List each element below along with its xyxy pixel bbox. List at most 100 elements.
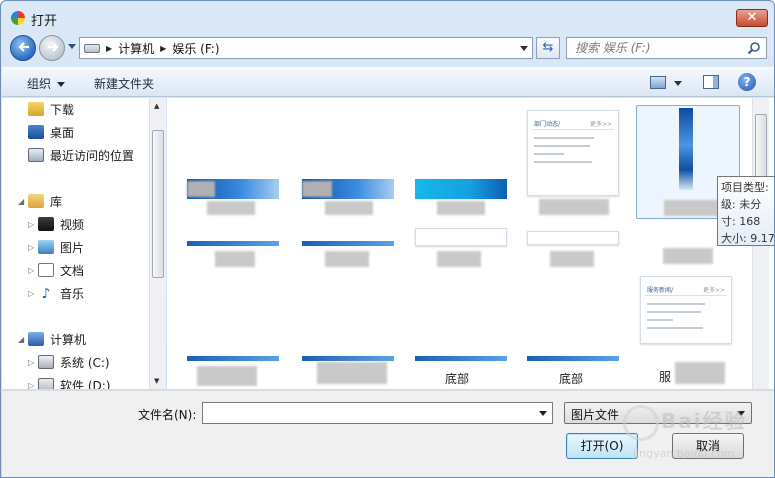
sidebar-item-music[interactable]: ▷ ♪ 音乐 [28,283,84,303]
command-bar: 组织 新建文件夹 ? [2,67,774,97]
scrollbar-thumb[interactable] [152,130,164,278]
chevron-right-icon[interactable]: ▶ [106,44,112,53]
watermark-text: Bai经验 [661,409,747,433]
expand-arrow-icon[interactable]: ▷ [28,220,38,229]
image-thumbnail[interactable] [415,179,507,199]
search-input[interactable] [573,38,743,58]
chevron-right-icon[interactable]: ▶ [160,44,166,53]
back-arrow-icon [18,42,29,52]
expand-arrow-icon[interactable]: ▷ [28,266,38,275]
change-view-icon[interactable] [650,76,666,89]
sidebar-item-system-drive[interactable]: ▷ 系统 (C:) [28,352,110,372]
scroll-up-icon[interactable]: ▲ [154,102,159,110]
expand-arrow-icon[interactable]: ▷ [28,243,38,252]
desktop-icon [28,125,44,139]
help-icon[interactable]: ? [738,73,756,91]
text-line [534,153,564,155]
divider [645,295,727,296]
refresh-button[interactable]: ⇆ [536,37,560,59]
image-thumbnail[interactable] [415,356,507,361]
blurred-filename [207,201,255,215]
drive-icon [84,43,100,53]
forward-button[interactable] [39,35,65,61]
navigation-pane: 下载 桌面 最近访问的位置 ◢ 库 ▷ 视频 ▷ 图片 ▷ 文档 ▷ ♪ 音乐 … [2,98,166,389]
image-thumbnail[interactable] [302,241,394,246]
image-thumbnail[interactable] [527,356,619,361]
video-library-icon [38,217,54,231]
preview-pane-icon[interactable] [703,75,719,89]
sidebar-item-pictures[interactable]: ▷ 图片 [28,237,84,257]
blurred-filename [539,199,609,215]
recent-pages-dropdown[interactable] [68,44,76,49]
divider [532,129,614,130]
document-thumbnail[interactable] [527,231,619,245]
image-thumbnail[interactable] [187,356,279,361]
sidebar-item-label: 下载 [50,102,75,117]
filename-label: 文件名(N): [138,408,197,422]
document-thumbnail[interactable] [415,228,507,246]
filename-combobox[interactable] [202,402,553,424]
close-button[interactable]: ✕ [736,9,768,27]
breadcrumb-computer[interactable]: 计算机 [118,40,154,57]
search-box[interactable] [566,37,767,59]
new-folder-button[interactable]: 新建文件夹 [94,75,154,92]
expand-arrow-icon[interactable]: ▷ [28,358,38,367]
nav-pane-scrollbar[interactable]: ▲ ▼ [149,98,166,389]
chevron-down-icon [57,82,66,87]
window-title: 打开 [31,14,58,29]
blurred-filename [675,362,725,384]
text-line [534,137,594,139]
blurred-filename [215,251,255,267]
blurred-region [187,181,215,197]
image-thumbnail[interactable] [187,241,279,246]
breadcrumb-drive[interactable]: 娱乐 (F:) [172,40,219,57]
scroll-down-icon[interactable]: ▼ [154,377,159,385]
navigation-row: ▶ 计算机 ▶ 娱乐 (F:) ⇆ [1,35,774,63]
expand-arrow-icon[interactable]: ▷ [28,289,38,298]
document-thumbnail[interactable]: 服务新闻/ 更多>> [640,276,732,344]
image-thumbnail [679,108,693,190]
sidebar-item-computer[interactable]: ◢ 计算机 [18,329,86,349]
sidebar-item-downloads[interactable]: 下载 [28,99,74,119]
search-icon[interactable] [747,41,761,55]
text-line [534,145,590,147]
blurred-filename [197,366,257,386]
sidebar-item-desktop[interactable]: 桌面 [28,122,74,142]
tooltip-line: 级: 未分 [721,198,762,211]
back-button[interactable] [10,35,36,61]
thumbnail-more: 更多>> [702,287,725,294]
sidebar-item-label: 图片 [60,240,85,255]
blurred-filename [663,248,713,264]
blurred-filename [437,251,481,267]
sidebar-item-label: 文档 [60,263,85,278]
text-line [647,319,673,321]
file-list: 部门动态/ 更多>> 服务新闻/ 更多>> 底部 底部 服 [167,98,774,389]
tooltip-line: 大小: 9.17 [721,232,775,245]
collapse-arrow-icon[interactable]: ◢ [18,335,28,344]
sidebar-item-recent-places[interactable]: 最近访问的位置 [28,145,134,165]
forward-arrow-icon [48,42,59,52]
document-thumbnail[interactable]: 部门动态/ 更多>> [527,110,619,196]
address-bar[interactable]: ▶ 计算机 ▶ 娱乐 (F:) [79,37,533,59]
watermark: Bai经验 jingyan.baidu.com [621,399,771,469]
sidebar-item-videos[interactable]: ▷ 视频 [28,214,84,234]
file-name-label: 底部 [559,372,584,386]
system-drive-icon [38,355,54,369]
blurred-filename [317,362,387,384]
sidebar-item-libraries[interactable]: ◢ 库 [18,191,62,211]
sidebar-item-documents[interactable]: ▷ 文档 [28,260,84,280]
filename-input[interactable] [203,403,533,423]
address-dropdown-icon[interactable] [520,46,528,51]
chevron-down-icon[interactable] [539,411,547,416]
organize-button[interactable]: 组织 [27,75,66,92]
expand-arrow-icon[interactable]: ▷ [28,381,38,390]
open-file-dialog: 打开 ✕ ▶ 计算机 ▶ 娱乐 (F:) ⇆ 搜索 娱乐 (F:) 组织 新建文… [0,0,775,478]
blurred-filename [550,251,594,267]
collapse-arrow-icon[interactable]: ◢ [18,197,28,206]
file-type-value: 图片文件 [571,408,620,422]
image-thumbnail[interactable] [302,356,394,361]
music-library-icon: ♪ [41,286,51,302]
view-options-dropdown[interactable] [674,81,682,86]
documents-library-icon [38,263,54,277]
sidebar-item-software-drive[interactable]: ▷ 软件 (D:) [28,375,110,389]
